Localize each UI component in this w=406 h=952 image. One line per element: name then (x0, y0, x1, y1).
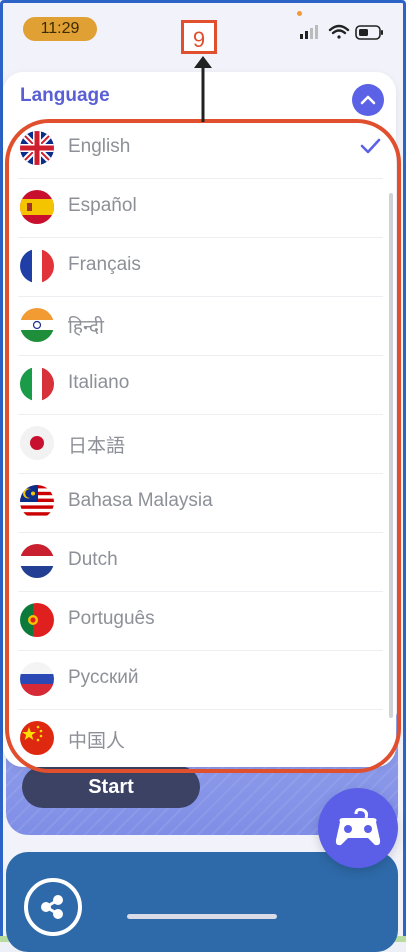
ripple-icon (24, 878, 82, 936)
collapse-button[interactable] (352, 84, 384, 116)
sheet-title: Language (20, 85, 110, 106)
game-controller-icon (335, 808, 381, 846)
highlight-outline (5, 119, 401, 773)
annotation-badge: 9 (181, 20, 217, 54)
battery-icon (355, 25, 383, 40)
wifi-icon (328, 24, 350, 39)
privacy-indicator-dot (297, 11, 302, 16)
signal-icon (300, 25, 318, 39)
game-controller-button[interactable] (318, 788, 398, 868)
up-arrow-icon (194, 56, 212, 122)
chevron-up-icon (360, 95, 376, 105)
home-indicator (127, 914, 277, 919)
status-icons (300, 24, 383, 40)
status-time: 11:29 (23, 17, 97, 41)
